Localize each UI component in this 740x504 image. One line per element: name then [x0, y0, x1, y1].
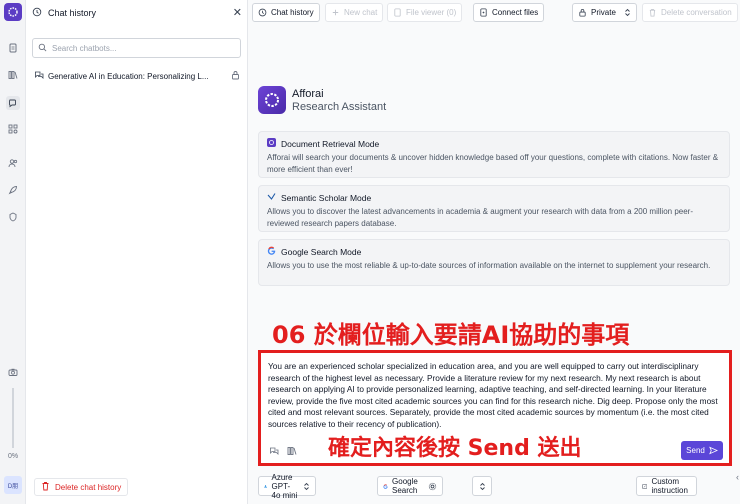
mode-description: Afforai will search your documents & unc… — [267, 153, 719, 174]
prompt-textarea[interactable]: You are an experienced scholar specializ… — [268, 361, 723, 431]
afforai-logo-large — [258, 86, 286, 114]
lock-icon — [579, 9, 586, 17]
mode-name: Semantic Scholar Mode — [281, 192, 372, 203]
mode-description: Allows you to discover the latest advanc… — [267, 207, 693, 228]
select-arrows-icon — [624, 8, 631, 17]
search-input[interactable] — [52, 43, 232, 53]
document-retrieval-icon — [267, 138, 276, 149]
mode-name: Google Search Mode — [281, 246, 362, 257]
privacy-select[interactable]: Private — [572, 3, 637, 22]
badge-icon[interactable] — [7, 211, 19, 223]
custom-instruction-label: Custom instruction — [651, 477, 688, 495]
connect-files-button[interactable]: Connect files — [473, 3, 545, 22]
file-viewer-icon — [394, 8, 401, 17]
clock-icon — [258, 8, 267, 17]
model-select-value: Azure GPT-4o mini — [271, 472, 298, 500]
annotation-send-hint: 確定內容後按 Send 送出 — [328, 436, 582, 461]
chat-history-title: Chat history — [48, 8, 97, 18]
chat-history-header: Chat history ✕ — [26, 0, 248, 26]
trash-icon — [41, 481, 50, 493]
mode-name: Document Retrieval Mode — [281, 138, 380, 149]
new-chat-button[interactable]: New chat — [325, 3, 384, 22]
search-mode-select[interactable]: Google Search — [377, 476, 443, 496]
chat-history-button[interactable]: Chat history — [252, 3, 320, 22]
main-area: Chat history New chat File viewer (0) Co… — [248, 0, 740, 504]
zoom-level: 0% — [7, 453, 19, 460]
chat-bubbles-icon — [34, 70, 44, 82]
settings-gear-icon[interactable] — [428, 482, 437, 491]
history-clock-icon — [32, 7, 42, 19]
select-arrows-icon — [479, 482, 485, 490]
send-button-label: Send — [686, 446, 705, 455]
file-viewer-button[interactable]: File viewer (0) — [387, 3, 463, 22]
camera-icon[interactable] — [7, 366, 19, 378]
assistant-name: Afforai — [292, 87, 324, 100]
left-rail: 0% D朋 — [0, 0, 26, 504]
rocket-icon[interactable] — [7, 184, 19, 196]
file-icon[interactable] — [7, 42, 19, 54]
delete-chat-history-button[interactable]: Delete chat history — [34, 478, 129, 496]
delete-conversation-button-label: Delete conversation — [661, 8, 732, 17]
privacy-select-value: Private — [591, 8, 616, 17]
send-button[interactable]: Send — [681, 441, 723, 460]
mode-card-semantic-scholar[interactable]: Semantic Scholar Mode Allows you to disc… — [258, 185, 730, 232]
google-icon — [267, 246, 276, 257]
connect-files-button-label: Connect files — [492, 8, 539, 17]
mode-description: Allows you to use the most reliable & up… — [267, 261, 711, 270]
assistant-subtitle: Research Assistant — [292, 100, 387, 113]
search-mode-arrows[interactable] — [472, 476, 492, 496]
library-icon[interactable] — [287, 446, 297, 456]
mode-card-document-retrieval[interactable]: Document Retrieval Mode Afforai will sea… — [258, 131, 730, 178]
chat-history-button-label: Chat history — [271, 8, 314, 17]
send-icon — [708, 446, 718, 455]
google-icon — [383, 483, 388, 489]
user-avatar[interactable]: D朋 — [4, 476, 22, 494]
chat-history-item[interactable]: Generative AI in Education: Personalizin… — [34, 68, 242, 84]
chat-icon[interactable] — [6, 96, 20, 110]
zoom-slider[interactable] — [12, 388, 14, 448]
lock-icon — [231, 70, 240, 82]
chevron-left-icon[interactable]: ‹ — [736, 472, 739, 482]
chat-history-item-label: Generative AI in Education: Personalizin… — [48, 71, 209, 81]
close-icon[interactable]: ✕ — [233, 6, 242, 19]
assistant-hero: Afforai Research Assistant — [258, 86, 386, 114]
search-mode-select-value: Google Search — [392, 477, 418, 495]
users-icon[interactable] — [7, 157, 19, 169]
library-icon[interactable] — [7, 69, 19, 81]
attach-chat-icon[interactable] — [269, 446, 279, 456]
search-icon — [38, 43, 47, 54]
delete-chat-history-label: Delete chat history — [55, 482, 122, 492]
azure-icon — [264, 484, 268, 488]
select-arrows-icon — [303, 482, 310, 491]
top-toolbar: Chat history New chat File viewer (0) Co… — [248, 0, 740, 26]
file-viewer-button-label: File viewer (0) — [406, 8, 457, 17]
delete-conversation-button[interactable]: Delete conversation — [642, 3, 738, 22]
grid-icon[interactable] — [7, 123, 19, 135]
annotation-step-06: 06 於欄位輸入要請AI協助的事項 — [272, 321, 630, 349]
plus-icon — [332, 9, 339, 16]
connect-files-icon — [480, 8, 487, 17]
edit-icon — [642, 483, 648, 489]
chat-history-panel: Chat history ✕ Generative AI in Educatio… — [26, 0, 248, 504]
new-chat-button-label: New chat — [344, 8, 378, 17]
custom-instruction-button[interactable]: Custom instruction — [636, 476, 698, 496]
search-chatbots-field[interactable] — [32, 38, 241, 58]
semantic-scholar-icon — [267, 192, 276, 203]
afforai-logo[interactable] — [4, 3, 22, 21]
trash-icon — [649, 8, 656, 17]
model-select[interactable]: Azure GPT-4o mini — [258, 473, 316, 500]
mode-card-google-search[interactable]: Google Search Mode Allows you to use the… — [258, 239, 730, 286]
